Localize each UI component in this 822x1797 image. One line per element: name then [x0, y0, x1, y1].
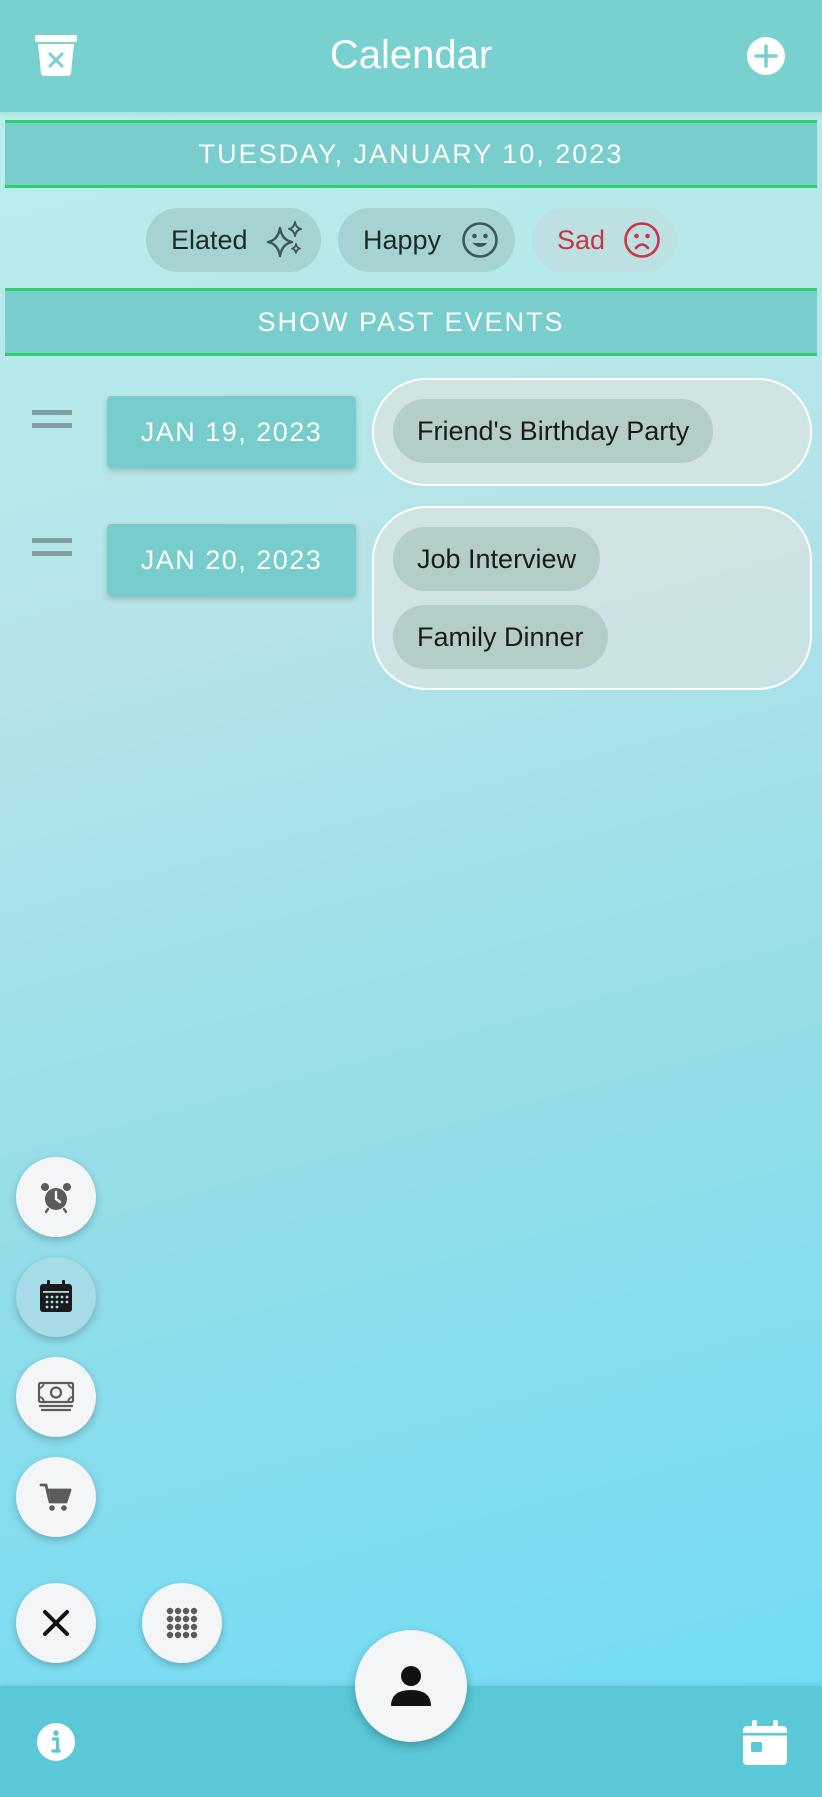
- plus-circle-icon[interactable]: [746, 36, 786, 76]
- user-icon: [391, 1666, 431, 1706]
- close-button[interactable]: [16, 1583, 96, 1663]
- alarm-clock-button[interactable]: [16, 1157, 96, 1237]
- event-chip[interactable]: Job Interview: [393, 527, 601, 591]
- mood-label: Happy: [363, 224, 442, 255]
- show-past-events-button[interactable]: SHOW PAST EVENTS: [5, 288, 817, 356]
- calendar-icon[interactable]: [742, 1720, 788, 1766]
- event-list: Job Interview Family Dinner: [372, 506, 812, 690]
- money-button[interactable]: [16, 1357, 96, 1437]
- shopping-cart-button[interactable]: [16, 1457, 96, 1537]
- close-icon: [43, 1610, 69, 1636]
- mood-label: Elated: [171, 224, 248, 255]
- money-icon: [37, 1381, 75, 1412]
- sparkles-icon: [266, 221, 302, 258]
- drag-handle-icon[interactable]: [32, 538, 72, 560]
- apps-grid-icon: [166, 1607, 198, 1639]
- mood-chip-sad[interactable]: Sad: [532, 208, 677, 272]
- frown-icon: [624, 222, 660, 258]
- profile-button[interactable]: [355, 1630, 467, 1742]
- alarm-clock-icon: [41, 1183, 71, 1214]
- selected-date-bar: TUESDAY, JANUARY 10, 2023: [5, 120, 817, 188]
- event-date-pill[interactable]: JAN 20, 2023: [107, 524, 356, 596]
- event-chip[interactable]: Family Dinner: [393, 605, 608, 669]
- page-title: Calendar: [329, 33, 493, 77]
- mood-chip-elated[interactable]: Elated: [146, 208, 321, 272]
- mood-label: Sad: [557, 224, 606, 255]
- mood-chip-happy[interactable]: Happy: [338, 208, 515, 272]
- calendar-grid-icon: [40, 1280, 72, 1312]
- event-list: Friend's Birthday Party: [372, 378, 812, 486]
- top-app-bar: Calendar: [0, 0, 822, 112]
- drag-handle-icon[interactable]: [32, 410, 72, 432]
- calendar-grid-button[interactable]: [16, 1257, 96, 1337]
- event-date-pill[interactable]: JAN 19, 2023: [107, 396, 356, 468]
- info-icon[interactable]: [36, 1722, 76, 1762]
- event-chip[interactable]: Friend's Birthday Party: [393, 399, 714, 463]
- smile-icon: [462, 222, 498, 258]
- shopping-cart-icon: [39, 1483, 72, 1511]
- apps-grid-button[interactable]: [142, 1583, 222, 1663]
